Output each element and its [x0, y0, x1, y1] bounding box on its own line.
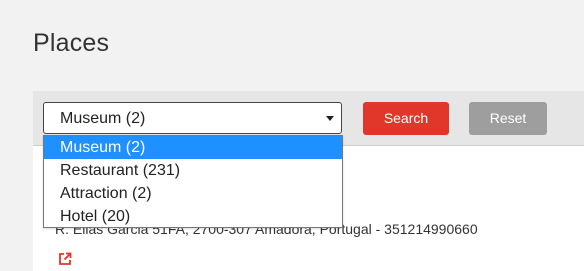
reset-button[interactable]: Reset — [469, 102, 547, 135]
category-select[interactable]: Museum (2) — [43, 102, 342, 134]
option-museum[interactable]: Museum (2) — [44, 136, 342, 159]
option-restaurant[interactable]: Restaurant (231) — [44, 159, 342, 182]
option-hotel[interactable]: Hotel (20) — [44, 205, 342, 228]
category-dropdown-list: Museum (2) Restaurant (231) Attraction (… — [43, 135, 343, 228]
search-button[interactable]: Search — [363, 102, 449, 135]
chevron-down-icon — [326, 116, 334, 121]
page-title: Places — [33, 29, 110, 57]
external-link-icon[interactable] — [58, 252, 72, 266]
option-attraction[interactable]: Attraction (2) — [44, 182, 342, 205]
category-select-value: Museum (2) — [60, 110, 146, 127]
